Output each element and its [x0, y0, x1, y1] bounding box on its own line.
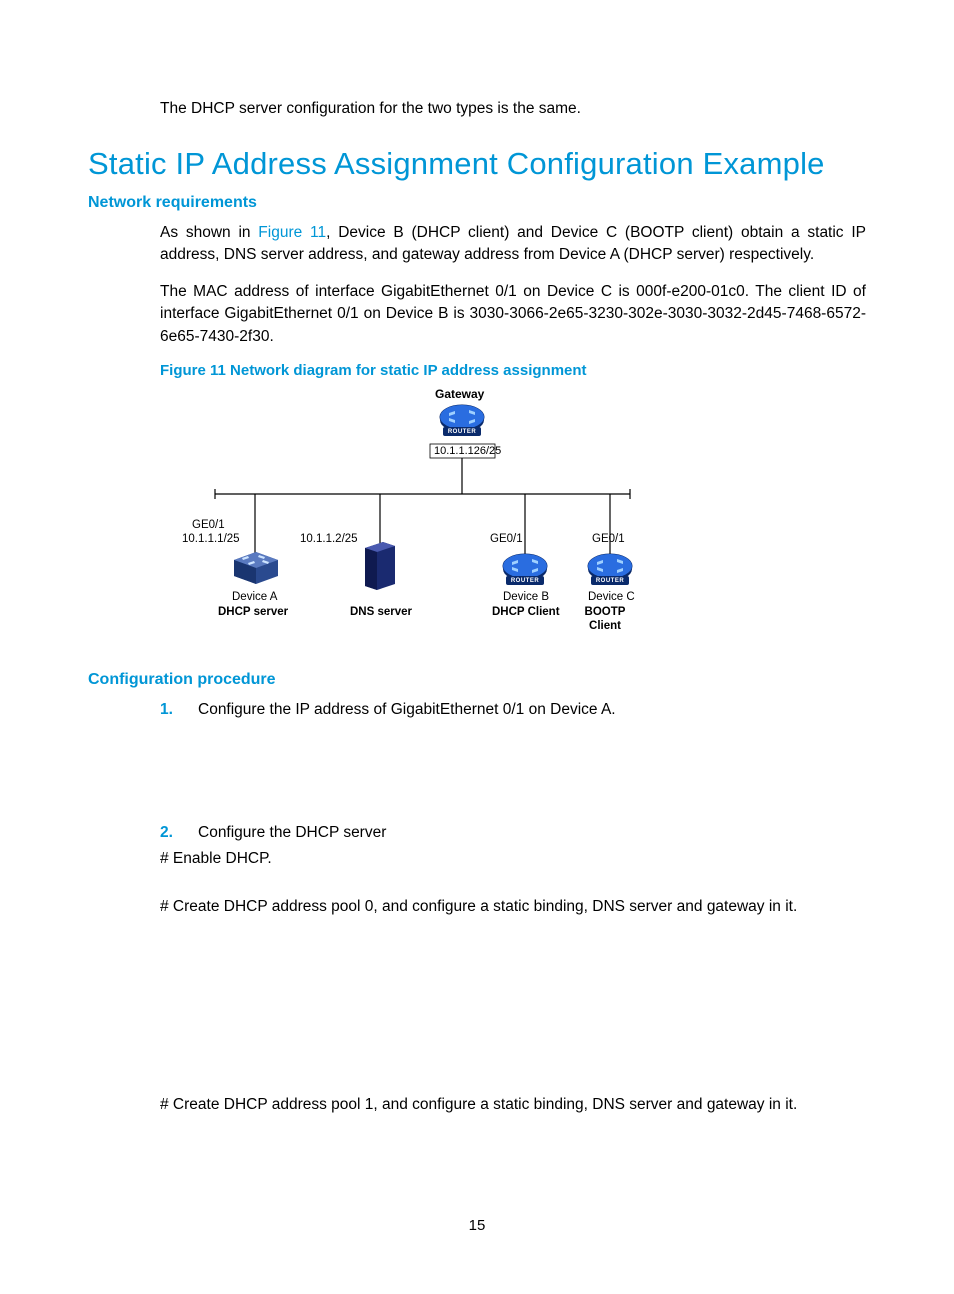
figure-11-link[interactable]: Figure 11: [258, 224, 326, 241]
gateway-label: Gateway: [435, 387, 484, 401]
step-1: 1. Configure the IP address of GigabitEt…: [160, 701, 866, 719]
step-2-num: 2.: [160, 824, 198, 842]
p1-part-a: As shown in: [160, 224, 258, 241]
page-number: 15: [0, 1217, 954, 1234]
dns-role: DNS server: [350, 606, 412, 620]
enable-dhcp: # Enable DHCP.: [160, 850, 866, 868]
device-a-role: DHCP server: [218, 606, 288, 620]
procedure-list: 1. Configure the IP address of GigabitEt…: [160, 701, 866, 842]
gateway-ip: 10.1.1.126/25: [434, 445, 501, 457]
intro-text: The DHCP server configuration for the tw…: [160, 100, 866, 118]
device-c-role: BOOTP Client: [570, 606, 640, 634]
paragraph-1: As shown in Figure 11, Device B (DHCP cl…: [160, 222, 866, 267]
step-1-text: Configure the IP address of GigabitEther…: [198, 701, 616, 719]
paragraph-2: The MAC address of interface GigabitEthe…: [160, 281, 866, 348]
server-icon: [363, 542, 397, 595]
step-2-text: Configure the DHCP server: [198, 824, 386, 842]
dns-ip: 10.1.1.2/25: [300, 533, 358, 547]
device-b-name: Device B: [503, 591, 549, 605]
device-a-port: GE0/1: [192, 519, 225, 533]
device-b-router-icon: ROUTER: [502, 552, 548, 586]
device-b-port: GE0/1: [490, 533, 523, 547]
switch-icon: [230, 552, 282, 589]
gateway-router-icon: ROUTER: [439, 403, 485, 437]
figure-caption: Figure 11 Network diagram for static IP …: [160, 362, 866, 379]
device-a-name: Device A: [232, 591, 277, 605]
router-tag: ROUTER: [439, 429, 485, 435]
device-c-router-icon: ROUTER: [587, 552, 633, 586]
device-c-name: Device C: [588, 591, 635, 605]
device-a-ip: 10.1.1.1/25: [182, 533, 240, 547]
device-c-port: GE0/1: [592, 533, 625, 547]
network-diagram: Gateway ROUTER 10.1.1.126/25 GE0/1 10.1.…: [160, 389, 640, 649]
create-pool-1: # Create DHCP address pool 1, and config…: [160, 1096, 866, 1114]
router-tag: ROUTER: [587, 578, 633, 584]
step-1-num: 1.: [160, 701, 198, 719]
step-2: 2. Configure the DHCP server: [160, 824, 866, 842]
section-configuration-procedure: Configuration procedure: [88, 671, 866, 689]
device-b-role: DHCP Client: [492, 606, 560, 620]
page-title: Static IP Address Assignment Configurati…: [88, 146, 866, 182]
create-pool-0: # Create DHCP address pool 0, and config…: [160, 898, 866, 916]
router-tag: ROUTER: [502, 578, 548, 584]
section-network-requirements: Network requirements: [88, 194, 866, 212]
